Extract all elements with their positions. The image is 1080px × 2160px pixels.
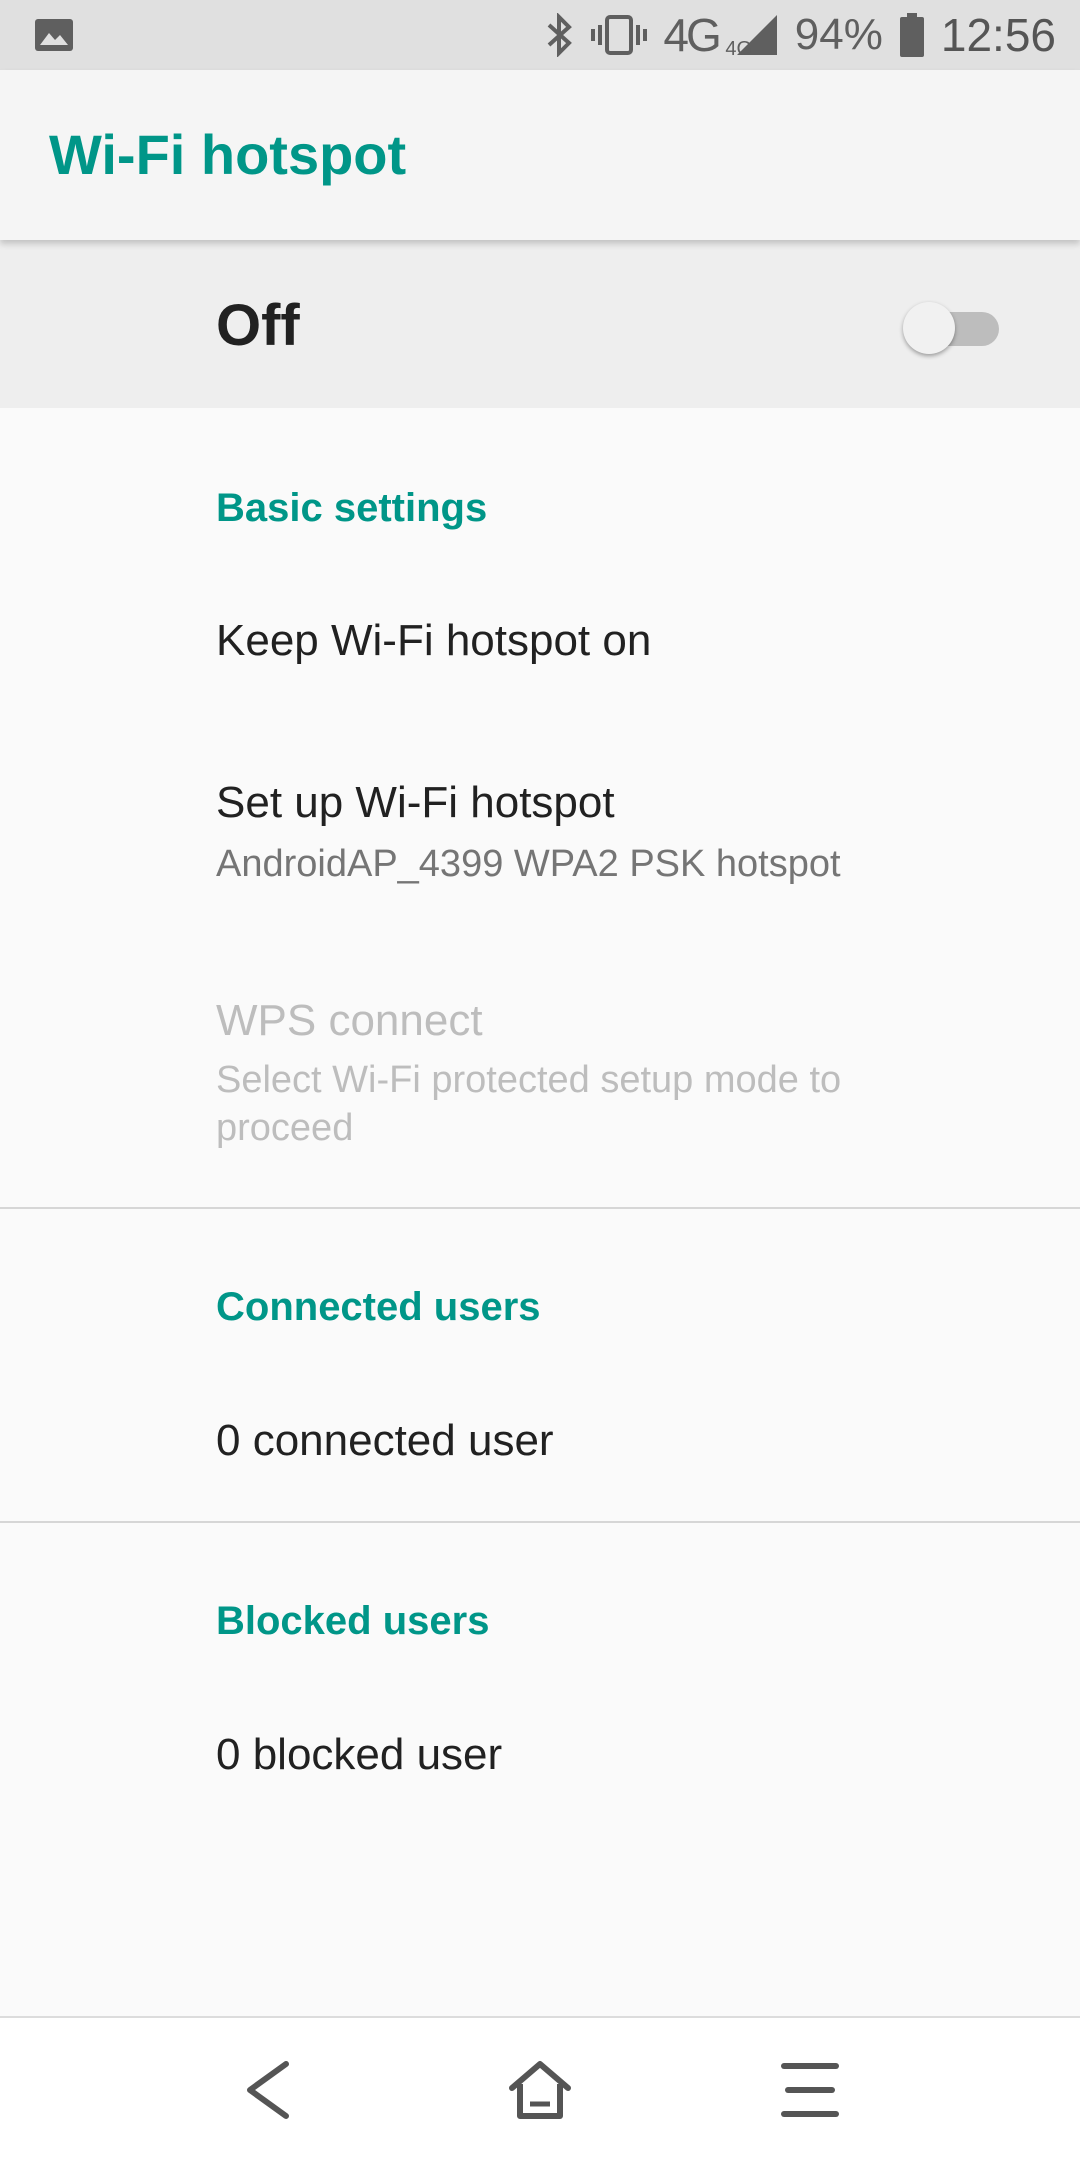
clock: 12:56 xyxy=(940,9,1056,61)
section-header-basic-settings: Basic settings xyxy=(216,486,488,530)
back-button[interactable] xyxy=(232,2054,304,2126)
image-icon xyxy=(35,19,73,51)
pref-title: Keep Wi-Fi hotspot on xyxy=(216,616,652,665)
master-switch-label: Off xyxy=(216,293,300,358)
pref-title: 0 connected user xyxy=(216,1416,554,1465)
pref-connected-users[interactable]: 0 connected user xyxy=(0,1370,1080,1510)
bluetooth-icon xyxy=(548,13,573,57)
status-bar: 4G 4G 94% 12:56 xyxy=(0,0,1080,70)
app-bar: Wi-Fi hotspot xyxy=(0,70,1080,240)
back-icon xyxy=(247,2061,289,2119)
pref-blocked-users[interactable]: 0 blocked user xyxy=(0,1684,1080,1824)
menu-button[interactable] xyxy=(774,2054,846,2126)
home-button[interactable] xyxy=(504,2054,576,2126)
pref-summary: AndroidAP_4399 WPA2 PSK hotspot xyxy=(216,843,841,885)
hotspot-master-switch-bar[interactable]: Off xyxy=(0,240,1080,408)
vibrate-icon xyxy=(591,15,648,55)
pref-title: Set up Wi-Fi hotspot xyxy=(216,778,615,827)
pref-wps-connect: WPS connect Select Wi-Fi protected setup… xyxy=(0,960,1080,1190)
section-header-blocked-users: Blocked users xyxy=(216,1599,490,1643)
toggle-thumb xyxy=(903,302,955,354)
navigation-bar xyxy=(0,2016,1080,2160)
page-title: Wi-Fi hotspot xyxy=(49,123,407,186)
battery-icon xyxy=(899,13,924,57)
divider xyxy=(0,1207,1080,1209)
home-icon xyxy=(509,2061,571,2119)
pref-keep-hotspot-on[interactable]: Keep Wi-Fi hotspot on xyxy=(0,570,1080,720)
battery-percent: 94% xyxy=(794,10,883,59)
menu-icon xyxy=(781,2063,839,2117)
hotspot-toggle[interactable] xyxy=(903,302,999,354)
pref-summary: Select Wi-Fi protected setup mode to pro… xyxy=(216,1059,842,1149)
pref-title: WPS connect xyxy=(216,996,483,1045)
network-type: 4G 4G xyxy=(663,0,752,70)
divider xyxy=(0,1521,1080,1523)
pref-set-up-hotspot[interactable]: Set up Wi-Fi hotspot AndroidAP_4399 WPA2… xyxy=(0,740,1080,920)
pref-title: 0 blocked user xyxy=(216,1730,503,1779)
section-header-connected-users: Connected users xyxy=(216,1285,541,1329)
